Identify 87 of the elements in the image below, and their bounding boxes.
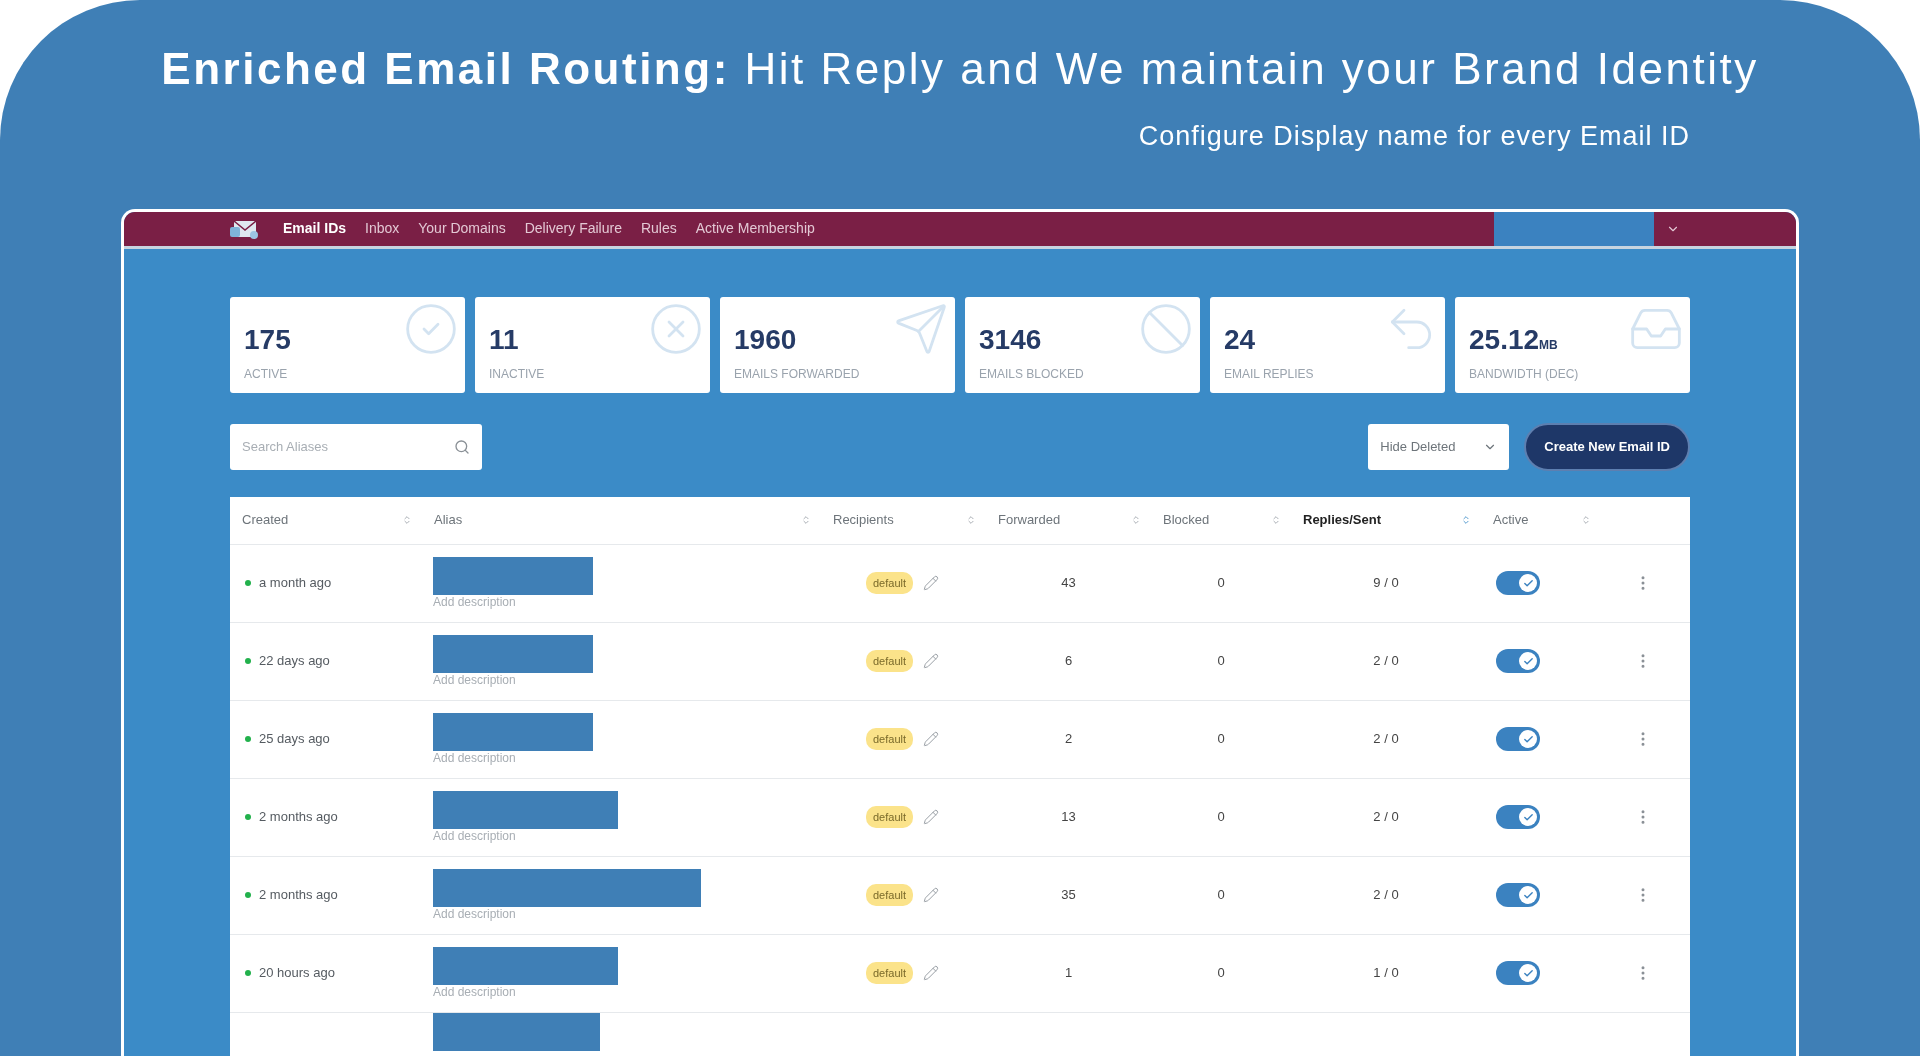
active-toggle[interactable] — [1496, 571, 1540, 595]
column-header[interactable]: Alias — [434, 510, 463, 530]
forwarded-count: 13 — [1060, 808, 1077, 827]
stat-value: 24 — [1224, 322, 1256, 357]
replies-count: 2 / 0 — [1372, 652, 1400, 671]
nav-link[interactable]: Your Domains — [418, 218, 506, 239]
stat-value: 1960 — [734, 322, 797, 357]
active-toggle[interactable] — [1496, 649, 1540, 673]
active-toggle[interactable] — [1496, 883, 1540, 907]
create-button[interactable]: Create New Email ID — [1524, 422, 1690, 471]
active-toggle[interactable] — [1496, 961, 1540, 985]
edit-icon[interactable] — [923, 965, 940, 981]
column-header[interactable]: Forwarded — [998, 510, 1061, 530]
blocked-count: 0 — [1216, 574, 1226, 593]
edit-icon[interactable] — [923, 575, 940, 591]
forwarded-count: 1 — [1063, 964, 1074, 983]
stat-label: EMAILS BLOCKED — [979, 365, 1085, 383]
stat-label: EMAIL REPLIES — [1224, 365, 1315, 383]
forwarded-count: 6 — [1063, 652, 1074, 671]
replies-count: 1 / 0 — [1372, 964, 1400, 983]
search-field[interactable]: Search Aliases — [230, 423, 482, 470]
check-icon — [1522, 889, 1534, 901]
replies-count: 2 / 0 — [1372, 808, 1400, 827]
stat-label: BANDWIDTH (DEC) — [1469, 365, 1580, 383]
blocked-count: 0 — [1216, 652, 1226, 671]
replies-count: 2 / 0 — [1372, 886, 1400, 905]
edit-icon[interactable] — [923, 809, 940, 825]
created-time: 2 months ago — [259, 886, 338, 905]
sort-icon[interactable] — [1581, 515, 1591, 525]
edit-icon[interactable] — [923, 653, 940, 669]
blocked-count: 0 — [1216, 886, 1226, 905]
nav-link[interactable]: Email IDs — [283, 218, 347, 239]
nav-link[interactable]: Rules — [640, 218, 677, 239]
edit-icon[interactable] — [923, 731, 940, 747]
stat-label: EMAILS FORWARDED — [734, 365, 861, 383]
created-time: 22 days ago — [259, 652, 330, 671]
check-icon — [1522, 967, 1534, 979]
forwarded-count: 43 — [1060, 574, 1077, 593]
sort-icon[interactable] — [1131, 515, 1141, 525]
forwarded-count: 35 — [1060, 886, 1077, 905]
nav-link[interactable]: Delivery Failure — [524, 218, 622, 239]
column-header[interactable]: Blocked — [1163, 510, 1210, 530]
check-icon — [1522, 811, 1534, 823]
created-time: 25 days ago — [259, 730, 330, 749]
recipient-tag: default — [866, 649, 914, 673]
forwarded-count: 2 — [1063, 730, 1074, 749]
sort-icon[interactable] — [1271, 515, 1281, 525]
subheadline: Configure Display name for every Email ID — [1138, 120, 1690, 153]
recipient-tag: default — [866, 883, 914, 907]
stat-label: ACTIVE — [244, 365, 289, 383]
recipient-tag: default — [866, 805, 914, 829]
column-header[interactable]: Recipients — [833, 510, 894, 530]
sort-icon[interactable] — [1461, 515, 1471, 525]
nav-link[interactable]: Active Membership — [695, 218, 815, 239]
created-time: 20 hours ago — [259, 964, 335, 983]
search-icon — [454, 438, 470, 455]
replies-count: 2 / 0 — [1372, 730, 1400, 749]
check-icon — [1522, 577, 1534, 589]
edit-icon[interactable] — [923, 887, 940, 903]
recipient-tag: default — [866, 571, 914, 595]
blocked-count: 0 — [1216, 730, 1226, 749]
stat-value: 175 — [244, 322, 291, 357]
filter-dropdown[interactable]: Hide Deleted — [1368, 423, 1510, 470]
stat-value: 25.12 — [1469, 322, 1540, 357]
stat-label: INACTIVE — [489, 365, 546, 383]
blocked-count: 0 — [1216, 964, 1226, 983]
column-header[interactable]: Active — [1493, 510, 1529, 530]
recipient-tag: default — [866, 961, 914, 985]
check-icon — [1522, 655, 1534, 667]
column-header[interactable]: Replies/Sent — [1303, 510, 1382, 530]
sort-icon[interactable] — [801, 515, 811, 525]
nav-link[interactable]: Inbox — [365, 218, 400, 239]
recipient-tag: default — [866, 727, 914, 751]
column-header[interactable]: Created — [242, 510, 289, 530]
created-time: a month ago — [259, 574, 332, 593]
blocked-count: 0 — [1216, 808, 1226, 827]
stat-value: 11 — [489, 322, 519, 357]
active-toggle[interactable] — [1496, 805, 1540, 829]
sort-icon[interactable] — [966, 515, 976, 525]
stat-unit: MB — [1539, 337, 1558, 354]
sort-icon[interactable] — [402, 515, 412, 525]
created-time: 2 months ago — [259, 808, 338, 827]
headline: Enriched Email Routing: Hit Reply and We maintain your Brand Identity — [161, 43, 1759, 95]
replies-count: 9 / 0 — [1372, 574, 1400, 593]
active-toggle[interactable] — [1496, 727, 1540, 751]
stat-value: 3146 — [979, 322, 1042, 357]
check-icon — [1522, 733, 1534, 745]
